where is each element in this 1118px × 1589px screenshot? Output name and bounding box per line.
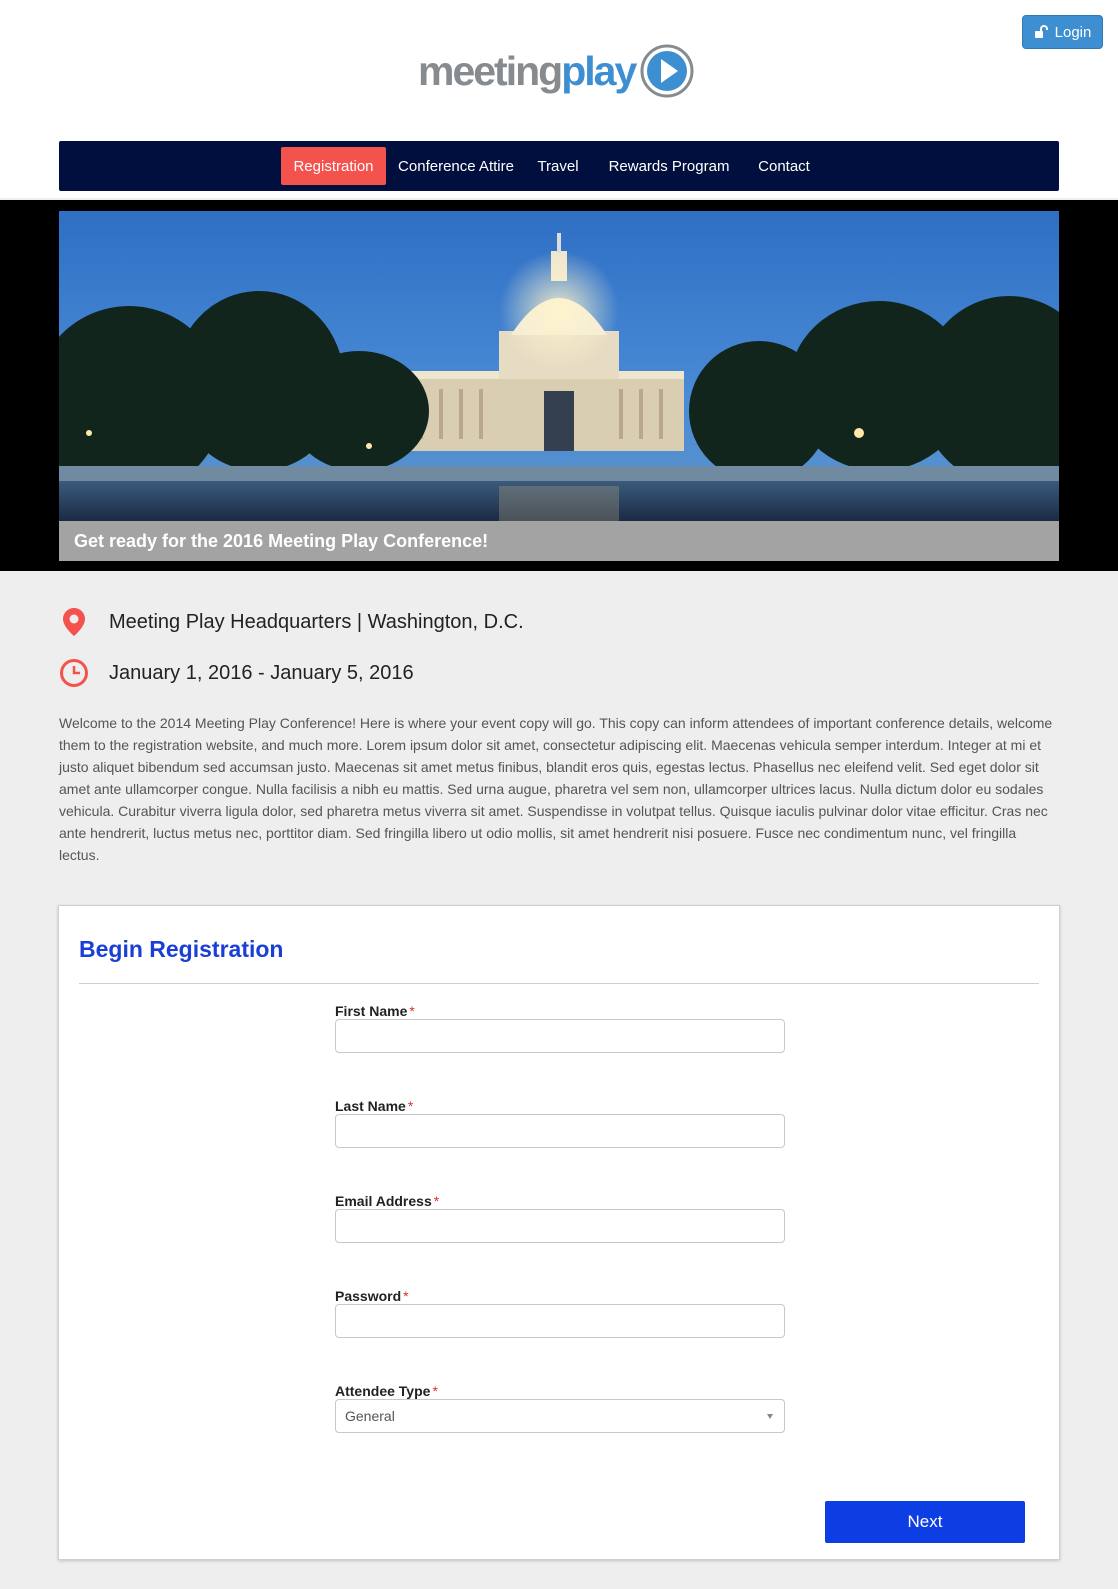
hero-caption: Get ready for the 2016 Meeting Play Conf… (59, 521, 1059, 561)
required-asterisk: * (433, 1193, 440, 1209)
next-button[interactable]: Next (825, 1501, 1025, 1543)
email-address-label: Email Address * (335, 1193, 440, 1209)
divider (79, 983, 1039, 984)
attendee-type-select[interactable]: General (335, 1399, 785, 1433)
last-name-label: Last Name * (335, 1098, 414, 1114)
email-address-input[interactable] (335, 1209, 785, 1243)
logo-text-play: play (561, 47, 637, 94)
password-label: Password * (335, 1288, 409, 1304)
event-dates: January 1, 2016 - January 5, 2016 (59, 657, 414, 689)
hero-banner: Get ready for the 2016 Meeting Play Conf… (0, 200, 1118, 571)
play-circle-icon (640, 44, 694, 98)
meetingplay-logo[interactable]: meetingplay (418, 42, 694, 100)
registration-card: Begin Registration First Name * Last Name… (58, 905, 1060, 1560)
nav-item-conference-attire[interactable]: Conference Attire (393, 147, 519, 185)
required-asterisk: * (409, 1003, 415, 1019)
attendee-type-value: General (345, 1408, 395, 1424)
dropdown-caret-icon (767, 1413, 773, 1419)
event-description: Welcome to the 2014 Meeting Play Confere… (59, 715, 1053, 863)
event-dates-text: January 1, 2016 - January 5, 2016 (109, 661, 414, 684)
capitol-building-photo (59, 211, 1059, 521)
password-input[interactable] (335, 1304, 785, 1338)
first-name-input[interactable] (335, 1019, 785, 1053)
clock-icon (60, 659, 88, 687)
site-header: meetingplay Login Registration Conferenc… (0, 0, 1118, 198)
nav-item-registration[interactable]: Registration (281, 147, 386, 185)
nav-item-travel[interactable]: Travel (528, 147, 588, 185)
last-name-input[interactable] (335, 1114, 785, 1148)
required-asterisk: * (432, 1383, 438, 1399)
location-pin-icon (63, 608, 85, 636)
logo-text-meeting: meeting (418, 47, 563, 94)
login-label: Login (1054, 23, 1092, 41)
required-asterisk: * (403, 1288, 409, 1304)
attendee-type-label: Attendee Type * (335, 1383, 438, 1399)
required-asterisk: * (407, 1098, 414, 1114)
nav-item-contact[interactable]: Contact (750, 147, 818, 185)
nav-item-rewards-program[interactable]: Rewards Program (601, 147, 737, 185)
event-location-text: Meeting Play Headquarters | Washington, … (109, 610, 524, 633)
first-name-label: First Name * (335, 1003, 415, 1019)
registration-title: Begin Registration (79, 936, 284, 962)
unlock-icon (1034, 25, 1048, 38)
main-nav: Registration Conference Attire Travel Re… (59, 141, 1059, 191)
event-location: Meeting Play Headquarters | Washington, … (59, 606, 524, 638)
login-button[interactable]: Login (1022, 15, 1103, 49)
